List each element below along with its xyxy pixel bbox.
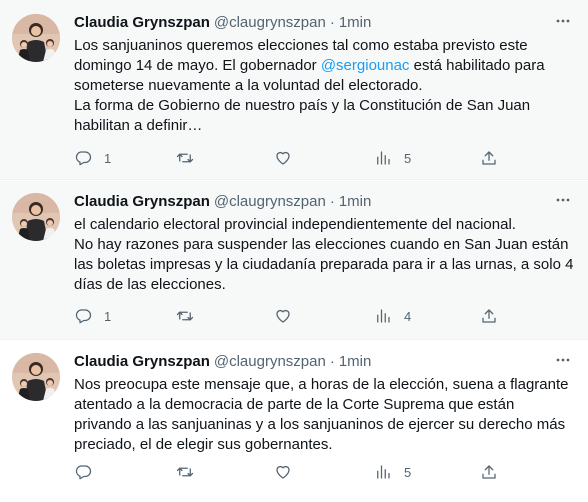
tweet-text-paragraph: el calendario electoral provincial indep… [74,216,516,233]
tweet-body: Claudia Grynszpan @claugrynszpan · 1min … [74,351,574,455]
avatar[interactable] [12,353,60,401]
analytics-icon [377,309,390,323]
avatar[interactable] [12,14,60,62]
views-button[interactable]: 4 [374,307,411,325]
retweet-icon [176,467,194,477]
more-icon[interactable] [552,12,574,34]
tweet-body: Claudia Grynszpan @claugrynszpan · 1min … [74,191,574,295]
tweet[interactable]: Claudia Grynszpan @claugrynszpan · 1min … [0,341,588,502]
author-name[interactable]: Claudia Grynszpan [74,12,210,34]
separator: · [329,14,335,31]
retweet-button[interactable] [176,307,206,325]
reply-button[interactable]: 1 [74,149,111,167]
reply-count: 1 [104,308,112,324]
views-count: 4 [404,308,412,324]
author-handle[interactable]: @claugrynszpan [214,351,326,373]
tweet-text-paragraph: No hay razones para suspender las elecci… [74,236,574,293]
author-handle[interactable]: @claugrynszpan [214,191,326,213]
reply-button[interactable] [74,463,104,481]
tweet-text: Nos preocupa este mensaje que, a horas d… [74,375,574,455]
tweet-text-paragraph: Los sanjuaninos queremos elecciones tal … [74,36,574,96]
tweet-text-paragraph: Nos preocupa este mensaje que, a horas d… [74,376,569,453]
analytics-icon [377,465,390,479]
mention-link[interactable]: @sergiounac [321,57,410,74]
tweet-feed: Claudia Grynszpan @claugrynszpan · 1min … [0,0,588,502]
retweet-button[interactable] [176,463,206,481]
more-icon[interactable] [552,191,574,213]
separator: · [329,193,335,210]
avatar[interactable] [12,193,60,241]
separator: · [329,353,335,370]
share-icon [482,309,496,323]
retweet-icon [176,311,194,321]
tweet-actions: 1 5 [74,148,504,168]
author-name[interactable]: Claudia Grynszpan [74,351,210,373]
analytics-icon [377,151,390,165]
reply-icon [75,151,92,166]
avatar-photo [12,353,60,401]
author-name[interactable]: Claudia Grynszpan [74,191,210,213]
avatar-photo [12,193,60,241]
share-button[interactable] [480,307,498,325]
tweet-text: el calendario electoral provincial indep… [74,215,574,295]
tweet[interactable]: Claudia Grynszpan @claugrynszpan · 1min … [0,0,588,180]
retweet-icon [176,153,194,163]
share-button[interactable] [480,463,498,481]
author-handle[interactable]: @claugrynszpan [214,12,326,34]
heart-icon [276,465,290,479]
like-button[interactable] [274,463,304,481]
heart-icon [276,151,290,165]
views-count: 5 [404,150,412,166]
timestamp[interactable]: 1min [339,191,372,213]
tweet-body: Claudia Grynszpan @claugrynszpan · 1min … [74,12,574,136]
timestamp[interactable]: 1min [339,351,372,373]
tweet-header: Claudia Grynszpan @claugrynszpan · 1min [74,191,574,213]
reply-icon [75,465,92,480]
timestamp[interactable]: 1min [339,12,372,34]
retweet-button[interactable] [176,149,206,167]
tweet-actions: 1 4 [74,306,504,326]
share-button[interactable] [480,149,498,167]
tweet-header: Claudia Grynszpan @claugrynszpan · 1min [74,351,574,373]
views-button[interactable]: 5 [374,463,411,481]
like-button[interactable] [274,307,304,325]
avatar-photo [12,14,60,62]
tweet-text-paragraph: La forma de Gobierno de nuestro país y l… [74,97,531,134]
tweet-actions: 5 [74,462,504,482]
heart-icon [276,309,290,323]
tweet-text: Los sanjuaninos queremos elecciones tal … [74,36,574,136]
more-icon[interactable] [552,351,574,373]
reply-button[interactable]: 1 [74,307,111,325]
reply-icon [75,309,92,324]
share-icon [482,151,496,165]
views-button[interactable]: 5 [374,149,411,167]
tweet[interactable]: Claudia Grynszpan @claugrynszpan · 1min … [0,181,588,340]
share-icon [482,465,496,479]
views-count: 5 [404,464,412,480]
like-button[interactable] [274,149,304,167]
tweet-header: Claudia Grynszpan @claugrynszpan · 1min [74,12,574,34]
reply-count: 1 [104,150,112,166]
